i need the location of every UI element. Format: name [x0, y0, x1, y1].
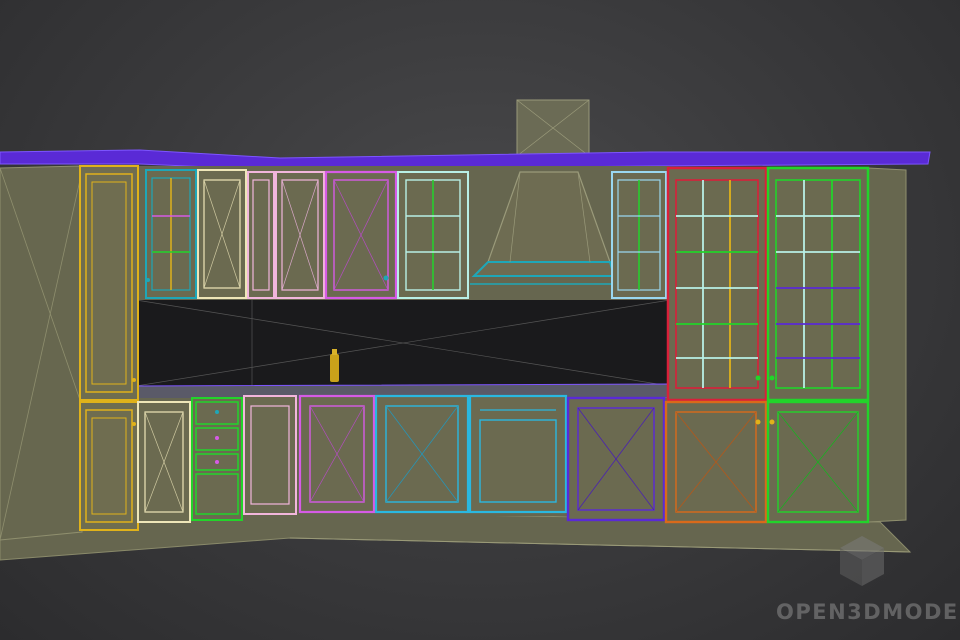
base-cabinet-cyan	[374, 394, 470, 514]
right-side-panel	[867, 167, 907, 523]
base-cabinet-drawers-green	[191, 397, 243, 521]
base-cabinet-cream	[137, 401, 191, 523]
base-cabinet-magenta	[298, 394, 376, 514]
watermark-text: OPEN3DMODEL	[776, 600, 960, 624]
upper-cabinet-mint-glass	[397, 171, 469, 299]
3d-viewport	[0, 0, 960, 640]
base-cabinet-purple	[566, 396, 666, 522]
base-cabinet-pink	[243, 395, 297, 515]
upper-cabinet-sky-glass	[611, 171, 667, 299]
left-side-panel	[0, 165, 83, 541]
base-cabinet-sink-cyan	[468, 394, 574, 514]
upper-cabinet-pink	[275, 171, 325, 299]
base-cabinet-orange	[664, 400, 768, 524]
base-cabinet-green	[766, 400, 870, 524]
tall-cabinet-left	[79, 165, 139, 531]
upper-cabinet-magenta	[324, 170, 398, 300]
tall-glass-cabinet-red	[666, 166, 768, 402]
range-hood-chimney	[516, 99, 590, 157]
tall-glass-cabinet-green	[766, 166, 870, 402]
upper-cabinet-teal-glass	[145, 169, 197, 299]
upper-cabinet-cream	[197, 169, 247, 299]
backsplash	[135, 299, 671, 387]
upper-cabinet-pink-narrow	[247, 171, 275, 299]
